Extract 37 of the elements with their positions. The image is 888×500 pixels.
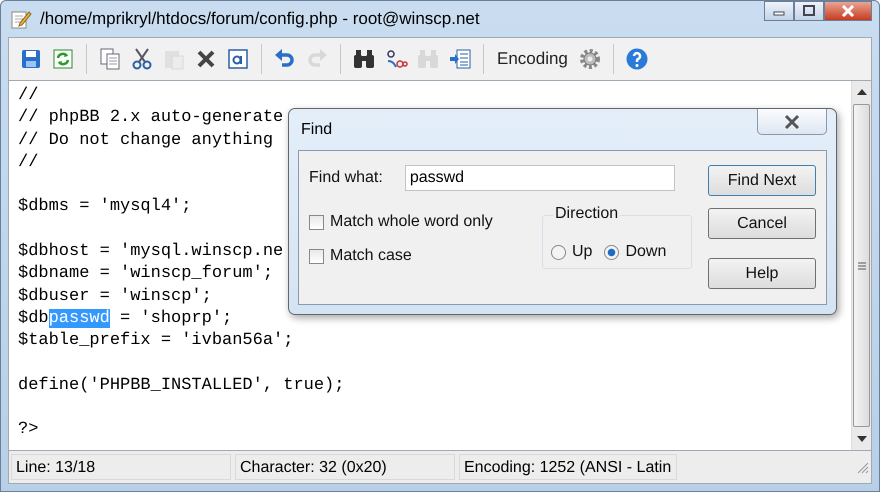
minimize-button[interactable] — [764, 1, 794, 21]
status-panel: Line: 13/18 — [11, 454, 231, 480]
maximize-button[interactable] — [794, 1, 824, 21]
code-line: $dbuser = 'winscp'; — [18, 286, 212, 306]
resize-grip-icon[interactable] — [855, 460, 869, 474]
code-line: $dbname = 'winscp_forum'; — [18, 264, 274, 284]
find-what-field[interactable]: passwd — [404, 165, 675, 191]
code-line: $dbms = 'mysql4'; — [18, 197, 192, 216]
maximize-icon — [802, 5, 816, 17]
dialog-button[interactable]: Cancel — [708, 208, 816, 239]
close-icon — [840, 5, 856, 17]
encoding-button[interactable]: Encoding — [493, 47, 572, 71]
vertical-scrollbar[interactable] — [851, 81, 871, 450]
code-line: // phpBB 2.x auto-generate — [18, 108, 284, 128]
code-line: $table_prefix = 'ivban56a'; — [18, 331, 294, 350]
close-button[interactable] — [757, 109, 827, 135]
code-line: // — [18, 86, 38, 105]
dialog-button[interactable]: Help — [708, 258, 816, 289]
status-panel: Character: 32 (0x20) — [235, 454, 455, 480]
window-title: /home/mprikryl/htdocs/forum/config.php - root@winscp.net — [40, 9, 481, 29]
find-what-label: Find what: — [309, 169, 383, 187]
close-icon — [782, 114, 802, 130]
status-panel: Encoding: 1252 (ANSI - Latin — [459, 454, 677, 480]
code-line: ?> — [18, 420, 38, 440]
close-button[interactable] — [824, 1, 872, 21]
dialog-button[interactable]: Find Next — [708, 165, 816, 196]
code-line: define('PHPBB_INSTALLED', true); — [18, 376, 344, 395]
code-line: // — [18, 152, 38, 172]
radio-option[interactable]: Up — [551, 243, 592, 261]
scroll-thumb[interactable] — [853, 104, 870, 427]
checkbox-option[interactable]: Match whole word only — [309, 213, 493, 231]
code-line: // Do not change anything — [18, 130, 274, 150]
code-line: $dbpasswd = 'shoprp'; — [18, 308, 232, 328]
code-line: $dbhost = 'mysql.winscp.ne — [18, 242, 284, 262]
radio-option[interactable]: Down — [604, 243, 666, 261]
checkbox-option[interactable]: Match case — [309, 247, 493, 265]
dialog-title: Find — [301, 121, 332, 139]
